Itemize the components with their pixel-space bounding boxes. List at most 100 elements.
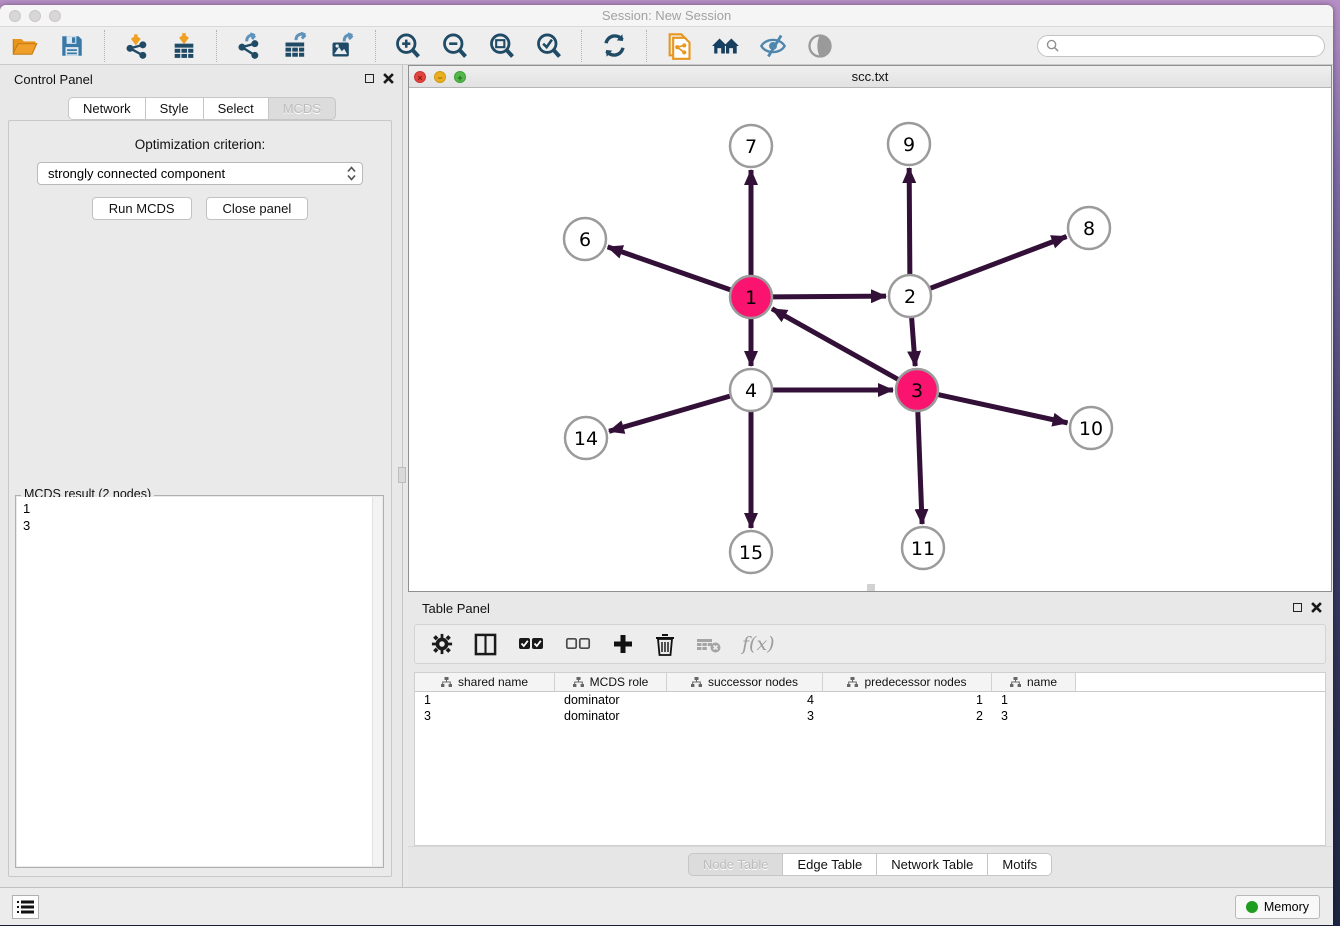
table-cell[interactable]: 3 [667,708,823,724]
import-table-icon[interactable] [169,31,199,61]
table-cell[interactable]: 2 [823,708,992,724]
graph-node-14[interactable]: 14 [565,417,607,459]
graph-node-11[interactable]: 11 [902,527,944,569]
table-cell[interactable]: 1 [823,692,992,708]
graph-node-4[interactable]: 4 [730,369,772,411]
edge-4-14[interactable] [609,396,730,431]
column-header-MCDS-role[interactable]: MCDS role [555,673,667,691]
optimization-criterion-select[interactable]: strongly connected component [37,162,363,185]
edge-1-6[interactable] [608,247,731,290]
search-input[interactable] [1064,39,1316,53]
graph-node-6[interactable]: 6 [564,218,606,260]
edge-2-3[interactable] [912,318,916,366]
network-close-icon[interactable]: × [414,71,426,83]
apply-layout-icon[interactable] [599,31,629,61]
function-builder-icon[interactable]: f(x) [742,633,775,655]
column-header-shared-name[interactable]: shared name [415,673,555,691]
main-area: Control Panel NetworkStyleSelectMCDS Opt… [0,65,1333,887]
close-table-panel-icon[interactable] [1311,602,1322,613]
zoom-in-icon[interactable] [393,31,423,61]
graph-node-7[interactable]: 7 [730,125,772,167]
table-cell[interactable]: 1 [415,692,555,708]
graph-node-2[interactable]: 2 [889,275,931,317]
table-cell[interactable]: 1 [992,692,1076,708]
edge-1-2[interactable] [773,296,886,297]
maximize-window-button[interactable] [49,10,61,22]
control-panel-header: Control Panel [0,65,404,95]
table-row[interactable]: 1dominator411 [415,692,1325,708]
tab-mcds[interactable]: MCDS [269,97,336,120]
save-session-icon[interactable] [57,31,87,61]
canvas-scrollbar-thumb[interactable] [867,584,875,591]
export-image-icon[interactable] [328,31,358,61]
column-header-predecessor-nodes[interactable]: predecessor nodes [823,673,992,691]
float-panel-icon[interactable] [365,74,374,83]
network-maximize-icon[interactable]: + [454,71,466,83]
table-row[interactable]: 3dominator323 [415,708,1325,724]
graph-node-3[interactable]: 3 [896,369,938,411]
tab-motifs[interactable]: Motifs [988,853,1052,876]
column-tree-icon [441,677,452,687]
close-panel-icon[interactable] [383,73,394,84]
tab-node-table[interactable]: Node Table [688,853,784,876]
network-document-icon[interactable] [664,31,694,61]
show-view-icon[interactable] [805,31,835,61]
deselect-all-icon[interactable] [565,637,591,651]
edge-3-1[interactable] [772,309,898,380]
hide-view-icon[interactable] [758,31,788,61]
tab-select[interactable]: Select [204,97,269,120]
column-header-name[interactable]: name [992,673,1076,691]
edge-2-8[interactable] [931,237,1067,289]
graph-node-1[interactable]: 1 [730,276,772,318]
network-canvas[interactable]: 7 9 6 8 1 2 4 3 14 10 15 11 [409,88,1331,591]
tab-network[interactable]: Network [68,97,146,120]
graph-node-15[interactable]: 15 [730,531,772,573]
column-header-successor-nodes[interactable]: successor nodes [667,673,823,691]
mcds-result-text[interactable]: 1 3 [17,497,382,866]
zoom-out-icon[interactable] [440,31,470,61]
close-window-button[interactable] [9,10,21,22]
table-cell[interactable]: 3 [992,708,1076,724]
delete-table-icon[interactable] [696,636,721,653]
table-header-row: shared nameMCDS rolesuccessor nodesprede… [415,673,1325,692]
graph-node-8[interactable]: 8 [1068,207,1110,249]
zoom-fit-icon[interactable] [487,31,517,61]
select-all-icon[interactable] [518,637,544,651]
edge-2-9[interactable] [909,168,910,274]
table-cell[interactable]: 4 [667,692,823,708]
network-minimize-icon[interactable]: − [434,71,446,83]
main-toolbar [0,27,1333,65]
open-session-icon[interactable] [10,31,40,61]
float-table-panel-icon[interactable] [1293,603,1302,612]
graph-node-9[interactable]: 9 [888,123,930,165]
table-cell[interactable]: 3 [415,708,555,724]
minimize-window-button[interactable] [29,10,41,22]
home-icon[interactable] [711,31,741,61]
table-cell[interactable]: dominator [555,692,667,708]
tab-edge-table[interactable]: Edge Table [783,853,877,876]
export-network-icon[interactable] [234,31,264,61]
close-panel-button[interactable]: Close panel [206,197,309,220]
import-network-icon[interactable] [122,31,152,61]
edge-3-11[interactable] [918,412,922,524]
graph-node-10[interactable]: 10 [1070,407,1112,449]
delete-row-icon[interactable] [655,633,675,656]
svg-text:14: 14 [574,428,598,450]
result-scrollbar[interactable] [372,497,382,866]
memory-status-icon [1246,901,1258,913]
splitter-grip[interactable] [398,467,406,483]
search-field[interactable] [1037,35,1325,57]
tab-style[interactable]: Style [146,97,204,120]
table-cell[interactable]: dominator [555,708,667,724]
memory-button[interactable]: Memory [1235,895,1320,919]
task-history-button[interactable] [12,895,39,919]
run-mcds-button[interactable]: Run MCDS [92,197,192,220]
edge-3-10[interactable] [938,395,1067,423]
tab-network-table[interactable]: Network Table [877,853,988,876]
table-settings-icon[interactable] [431,633,453,655]
add-column-icon[interactable] [612,633,634,655]
split-panel-icon[interactable] [474,633,497,656]
zoom-selected-icon[interactable] [534,31,564,61]
export-table-icon[interactable] [281,31,311,61]
window-title: Session: New Session [0,5,1333,26]
